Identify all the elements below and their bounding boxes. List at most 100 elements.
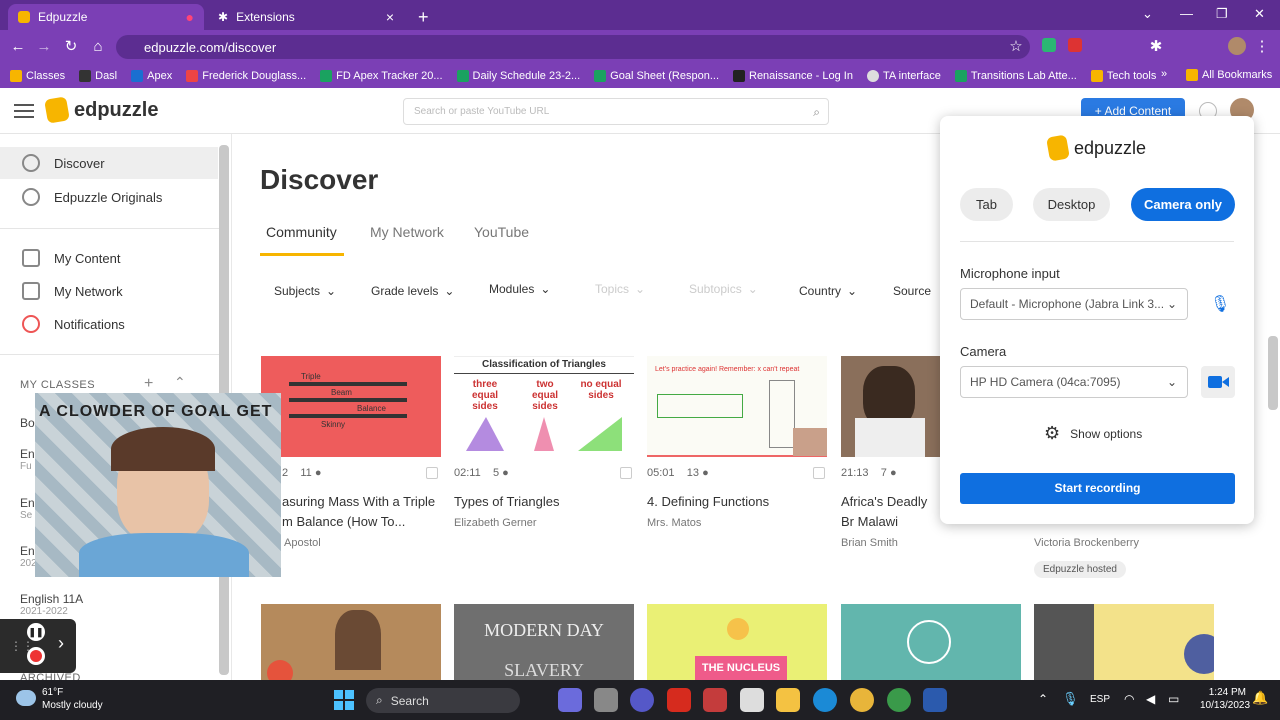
tab-edpuzzle[interactable]: Edpuzzle ● (8, 4, 204, 30)
video-author[interactable]: Victoria Brockenberry (1034, 537, 1139, 549)
video-thumbnail[interactable]: MODERN DAY SLAVERY (454, 604, 634, 680)
file-explorer-icon[interactable] (776, 688, 800, 712)
edge-icon[interactable] (813, 688, 837, 712)
page-scrollbar[interactable] (1268, 336, 1278, 410)
video-author[interactable]: Elizabeth Gerner (454, 517, 537, 529)
bookmark-ta-interface[interactable]: TA interface (866, 70, 941, 82)
tray-chevron-up-icon[interactable]: ⌃ (1038, 692, 1048, 706)
weather-widget[interactable]: 61°F Mostly cloudy (42, 686, 103, 712)
chrome-icon[interactable] (850, 688, 874, 712)
profile-avatar[interactable] (1228, 37, 1246, 55)
close-tab-icon[interactable]: × (386, 9, 394, 25)
video-thumbnail[interactable] (841, 604, 1021, 680)
minimize-icon[interactable]: — (1180, 6, 1193, 21)
sidebar-item-discover[interactable]: Discover (0, 147, 218, 179)
video-title[interactable]: Africa's Deadly Br Malawi (841, 492, 941, 532)
filter-subjects[interactable]: Subjects ⌄ (274, 284, 336, 298)
video-thumbnail[interactable]: THE NUCLEUS (647, 604, 827, 680)
class-item[interactable]: Bo (20, 416, 35, 430)
bookmark-renaissance[interactable]: Renaissance - Log In (733, 70, 853, 82)
hamburger-menu-icon[interactable] (14, 104, 34, 118)
video-checkbox[interactable] (620, 467, 632, 479)
sidebar-item-originals[interactable]: Edpuzzle Originals (0, 181, 218, 213)
taskbar-clock[interactable]: 1:24 PM 10/13/2023 (1200, 686, 1250, 712)
bookmark-classes[interactable]: Classes (10, 70, 65, 82)
back-icon[interactable]: ← (8, 37, 28, 57)
notification-bell-icon[interactable]: 🔔 (1252, 690, 1268, 706)
pause-icon[interactable]: ❚❚ (27, 623, 45, 641)
class-item[interactable]: En Fu (20, 447, 35, 472)
video-checkbox[interactable] (426, 467, 438, 479)
bookmark-goal-sheet[interactable]: Goal Sheet (Respon... (594, 70, 719, 82)
video-thumbnail[interactable] (1034, 604, 1224, 680)
app-icon[interactable] (740, 688, 764, 712)
sidebar-item-my-content[interactable]: My Content (0, 242, 218, 274)
app-icon[interactable] (703, 688, 727, 712)
taskbar-search[interactable]: ⌕ Search (366, 688, 520, 713)
bookmark-transitions[interactable]: Transitions Lab Atte... (954, 70, 1077, 82)
chevron-right-icon[interactable]: › (58, 633, 64, 654)
battery-icon[interactable]: ▭ (1168, 692, 1179, 706)
class-item[interactable]: En Se (20, 496, 35, 521)
video-author[interactable]: Apostol (284, 537, 321, 549)
edpuzzle-logo[interactable]: edpuzzle (44, 96, 158, 124)
new-tab-button[interactable]: + (408, 4, 439, 30)
bookmark-fd-apex[interactable]: FD Apex Tracker 20... (320, 70, 443, 82)
mode-tab-button[interactable]: Tab (960, 188, 1013, 221)
add-class-icon[interactable]: + (144, 375, 153, 393)
extension-red-icon[interactable] (1068, 38, 1082, 52)
extension-green-icon[interactable] (1042, 38, 1056, 52)
sidebar-item-my-network[interactable]: My Network (0, 275, 218, 307)
word-icon[interactable] (923, 688, 947, 712)
video-thumbnail[interactable]: Classification of Triangles three equal … (454, 356, 634, 457)
filter-source[interactable]: Source (893, 284, 931, 298)
acrobat-icon[interactable] (667, 688, 691, 712)
windows-start-icon[interactable] (334, 690, 354, 710)
video-thumbnail[interactable] (261, 604, 441, 686)
filter-modules[interactable]: Modules ⌄ (489, 282, 550, 296)
maximize-icon[interactable]: ❐ (1216, 6, 1228, 22)
filter-grade-levels[interactable]: Grade levels ⌄ (371, 284, 454, 298)
video-thumbnail[interactable]: Triple Beam Balance Skinny (261, 356, 441, 457)
sidebar-item-notifications[interactable]: Notifications (0, 308, 218, 340)
home-icon[interactable]: ⌂ (88, 37, 108, 57)
video-title[interactable]: 4. Defining Functions (647, 492, 769, 512)
tab-my-network[interactable]: My Network (370, 224, 444, 240)
tab-extensions[interactable]: ✱ Extensions × (208, 4, 404, 30)
bookmark-dasl[interactable]: Dasl (79, 70, 117, 82)
video-title[interactable]: Types of Triangles (454, 492, 560, 512)
copilot-icon[interactable] (558, 688, 582, 712)
teams-icon[interactable] (630, 688, 654, 712)
bookmark-daily-schedule[interactable]: Daily Schedule 23-2... (456, 70, 580, 82)
reload-icon[interactable]: ↻ (61, 37, 81, 57)
chevron-up-icon[interactable]: ⌃ (174, 374, 186, 391)
start-recording-button[interactable]: Start recording (960, 473, 1235, 504)
video-author[interactable]: Mrs. Matos (647, 517, 701, 529)
video-author[interactable]: Brian Smith (841, 537, 898, 549)
show-options-button[interactable]: ⚙ Show options (1044, 423, 1142, 444)
menu-dots-icon[interactable]: ⋮ (1252, 37, 1272, 57)
mode-desktop-button[interactable]: Desktop (1033, 188, 1110, 221)
bookmark-apex[interactable]: Apex (131, 70, 172, 82)
stop-icon[interactable] (27, 647, 45, 665)
mode-camera-only-button[interactable]: Camera only (1131, 188, 1235, 221)
bookmark-star-icon[interactable]: ☆ (1006, 37, 1026, 57)
chevron-down-icon[interactable]: ⌄ (1142, 6, 1153, 22)
video-thumbnail[interactable] (841, 356, 941, 457)
microphone-select[interactable]: Default - Microphone (Jabra Link 3... ⌄ (960, 288, 1188, 320)
tab-youtube[interactable]: YouTube (474, 224, 529, 240)
video-checkbox[interactable] (813, 467, 825, 479)
close-window-icon[interactable]: ✕ (1254, 6, 1265, 22)
video-thumbnail[interactable]: Let's practice again! Remember: x can't … (647, 356, 827, 457)
volume-icon[interactable]: ◀ (1146, 692, 1155, 706)
language-indicator[interactable]: ESP (1090, 694, 1110, 705)
forward-icon[interactable]: → (34, 37, 54, 57)
more-bookmarks-icon[interactable]: » (1161, 68, 1167, 80)
camera-toggle-button[interactable] (1201, 366, 1235, 398)
camera-select[interactable]: HP HD Camera (04ca:7095) ⌄ (960, 366, 1188, 398)
tray-microphone-icon[interactable]: 🎙 (1062, 691, 1079, 707)
filter-country[interactable]: Country ⌄ (799, 284, 857, 298)
bookmark-frederick[interactable]: Frederick Douglass... (186, 70, 306, 82)
bookmark-tech-tools[interactable]: Tech tools (1090, 70, 1156, 82)
search-input[interactable]: Search or paste YouTube URL ⌕ (403, 98, 829, 125)
